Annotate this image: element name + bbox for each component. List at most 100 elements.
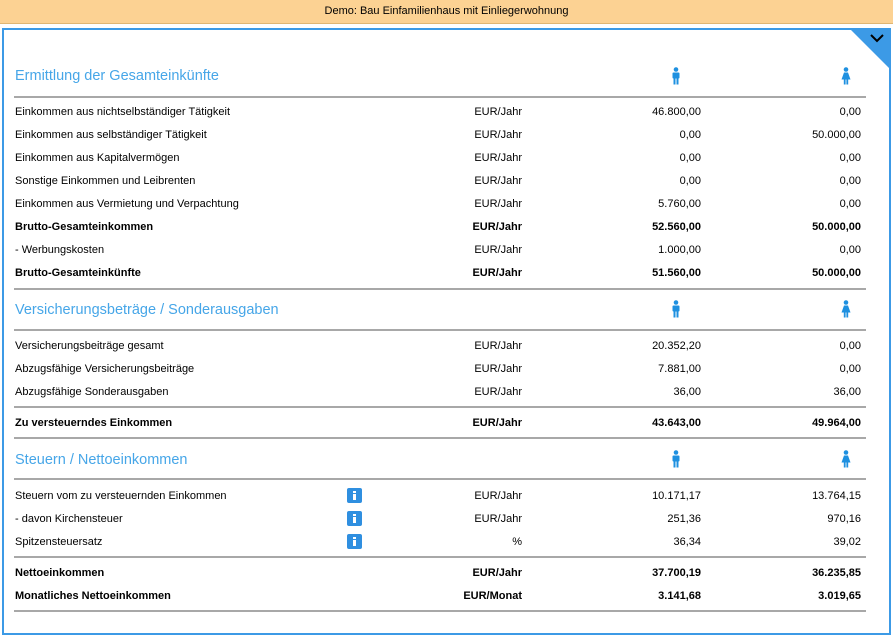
table-row-total: Brutto-Gesamteinkünfte EUR/Jahr 51.560,0…: [15, 264, 862, 282]
table-row: - Werbungskosten EUR/Jahr 1.000,00 0,00: [15, 241, 862, 259]
row-unit: EUR/Jahr: [474, 244, 522, 256]
chevron-down-icon[interactable]: [869, 32, 885, 46]
row-value-person1: 1.000,00: [658, 244, 701, 256]
female-person-icon: [841, 300, 851, 318]
row-label: - Werbungskosten: [15, 244, 105, 256]
row-label: Brutto-Gesamteinkünfte: [15, 267, 141, 279]
row-value-person2: 0,00: [839, 106, 861, 118]
table-row: Einkommen aus nichtselbständiger Tätigke…: [15, 103, 862, 121]
row-unit: EUR/Jahr: [474, 106, 522, 118]
row-label: Spitzensteuersatz: [15, 536, 103, 548]
row-unit: EUR/Jahr: [474, 513, 522, 525]
row-value-person2: 3.019,65: [818, 590, 861, 602]
row-unit: EUR/Jahr: [474, 198, 522, 210]
info-icon[interactable]: [347, 511, 362, 526]
male-person-icon: [672, 300, 680, 318]
row-label: Einkommen aus nichtselbständiger Tätigke…: [15, 106, 231, 118]
row-label: Monatliches Nettoeinkommen: [15, 590, 171, 602]
row-value-person2: 0,00: [839, 152, 861, 164]
row-unit: EUR/Jahr: [474, 386, 522, 398]
row-value-person2: 50.000,00: [812, 129, 861, 141]
table-row-total: Nettoeinkommen EUR/Jahr 37.700,19 36.235…: [15, 564, 862, 582]
row-label: Versicherungsbeiträge gesamt: [15, 340, 164, 352]
section-divider: [14, 478, 866, 480]
table-row: Steuern vom zu versteuernden Einkommen E…: [15, 487, 862, 505]
table-row: Versicherungsbeiträge gesamt EUR/Jahr 20…: [15, 337, 862, 355]
row-unit: EUR/Jahr: [474, 175, 522, 187]
row-value-person1: 10.171,17: [652, 490, 701, 502]
row-value-person2: 49.964,00: [812, 417, 861, 429]
row-unit: EUR/Jahr: [472, 417, 522, 429]
table-row: Sonstige Einkommen und Leibrenten EUR/Ja…: [15, 172, 862, 190]
row-label: Steuern vom zu versteuernden Einkommen: [15, 490, 227, 502]
info-icon[interactable]: [347, 488, 362, 503]
row-unit: EUR/Jahr: [474, 340, 522, 352]
row-unit: EUR/Jahr: [474, 152, 522, 164]
row-label: Einkommen aus Kapitalvermögen: [15, 152, 180, 164]
row-value-person1: 20.352,20: [652, 340, 701, 352]
row-value-person1: 0,00: [679, 175, 701, 187]
row-label: Abzugsfähige Versicherungsbeiträge: [15, 363, 195, 375]
row-value-person2: 970,16: [827, 513, 861, 525]
section-divider: [14, 96, 866, 98]
info-icon[interactable]: [347, 534, 362, 549]
row-value-person2: 0,00: [839, 175, 861, 187]
row-label: Brutto-Gesamteinkommen: [15, 221, 154, 233]
row-label: Nettoeinkommen: [15, 567, 105, 579]
row-value-person1: 0,00: [679, 152, 701, 164]
male-person-icon: [672, 67, 680, 85]
row-value-person2: 36,00: [833, 386, 861, 398]
table-row: Spitzensteuersatz % 36,34 39,02: [15, 533, 862, 551]
row-value-person2: 0,00: [839, 363, 861, 375]
row-value-person1: 46.800,00: [652, 106, 701, 118]
row-value-person2: 0,00: [839, 244, 861, 256]
row-unit: EUR/Jahr: [472, 567, 522, 579]
section-divider: [14, 556, 866, 558]
row-value-person1: 37.700,19: [652, 567, 701, 579]
row-value-person1: 5.760,00: [658, 198, 701, 210]
row-value-person2: 0,00: [839, 198, 861, 210]
row-value-person1: 51.560,00: [652, 267, 701, 279]
row-value-person1: 36,00: [673, 386, 701, 398]
female-person-icon: [841, 67, 851, 85]
row-unit: EUR/Jahr: [472, 267, 522, 279]
table-row: Einkommen aus Vermietung und Verpachtung…: [15, 195, 862, 213]
row-value-person1: 251,36: [667, 513, 701, 525]
row-unit: EUR/Jahr: [474, 490, 522, 502]
section-divider: [14, 610, 866, 612]
table-row: Einkommen aus selbständiger Tätigkeit EU…: [15, 126, 862, 144]
table-row: - davon Kirchensteuer EUR/Jahr 251,36 97…: [15, 510, 862, 528]
table-row: Abzugsfähige Sonderausgaben EUR/Jahr 36,…: [15, 383, 862, 401]
row-unit: EUR/Monat: [463, 590, 522, 602]
male-person-icon: [672, 450, 680, 468]
row-label: Abzugsfähige Sonderausgaben: [15, 386, 169, 398]
table-row-total: Zu versteuerndes Einkommen EUR/Jahr 43.6…: [15, 414, 862, 432]
row-label: Einkommen aus Vermietung und Verpachtung: [15, 198, 239, 210]
row-value-person2: 36.235,85: [812, 567, 861, 579]
section-divider: [14, 437, 866, 439]
table-row-total: Brutto-Gesamteinkommen EUR/Jahr 52.560,0…: [15, 218, 862, 236]
table-row-total: Monatliches Nettoeinkommen EUR/Monat 3.1…: [15, 587, 862, 605]
row-unit: %: [512, 536, 522, 548]
section-divider: [14, 406, 866, 408]
female-person-icon: [841, 450, 851, 468]
row-value-person1: 0,00: [679, 129, 701, 141]
section-title-gesamteinkuenfte: Ermittlung der Gesamteinkünfte: [15, 68, 219, 84]
row-value-person2: 50.000,00: [812, 267, 861, 279]
window-title: Demo: Bau Einfamilienhaus mit Einliegerw…: [0, 0, 893, 24]
row-label: Sonstige Einkommen und Leibrenten: [15, 175, 196, 187]
row-value-person2: 50.000,00: [812, 221, 861, 233]
table-row: Abzugsfähige Versicherungsbeiträge EUR/J…: [15, 360, 862, 378]
row-label: Einkommen aus selbständiger Tätigkeit: [15, 129, 207, 141]
row-unit: EUR/Jahr: [474, 129, 522, 141]
row-label: Zu versteuerndes Einkommen: [15, 417, 173, 429]
row-value-person1: 3.141,68: [658, 590, 701, 602]
row-value-person2: 0,00: [839, 340, 861, 352]
section-divider: [14, 288, 866, 290]
main-panel: Ermittlung der Gesamteinkünfte Einkommen…: [2, 28, 891, 635]
row-value-person1: 43.643,00: [652, 417, 701, 429]
table-row: Einkommen aus Kapitalvermögen EUR/Jahr 0…: [15, 149, 862, 167]
section-title-versicherung: Versicherungsbeträge / Sonderausgaben: [15, 302, 279, 318]
row-unit: EUR/Jahr: [472, 221, 522, 233]
row-value-person1: 7.881,00: [658, 363, 701, 375]
